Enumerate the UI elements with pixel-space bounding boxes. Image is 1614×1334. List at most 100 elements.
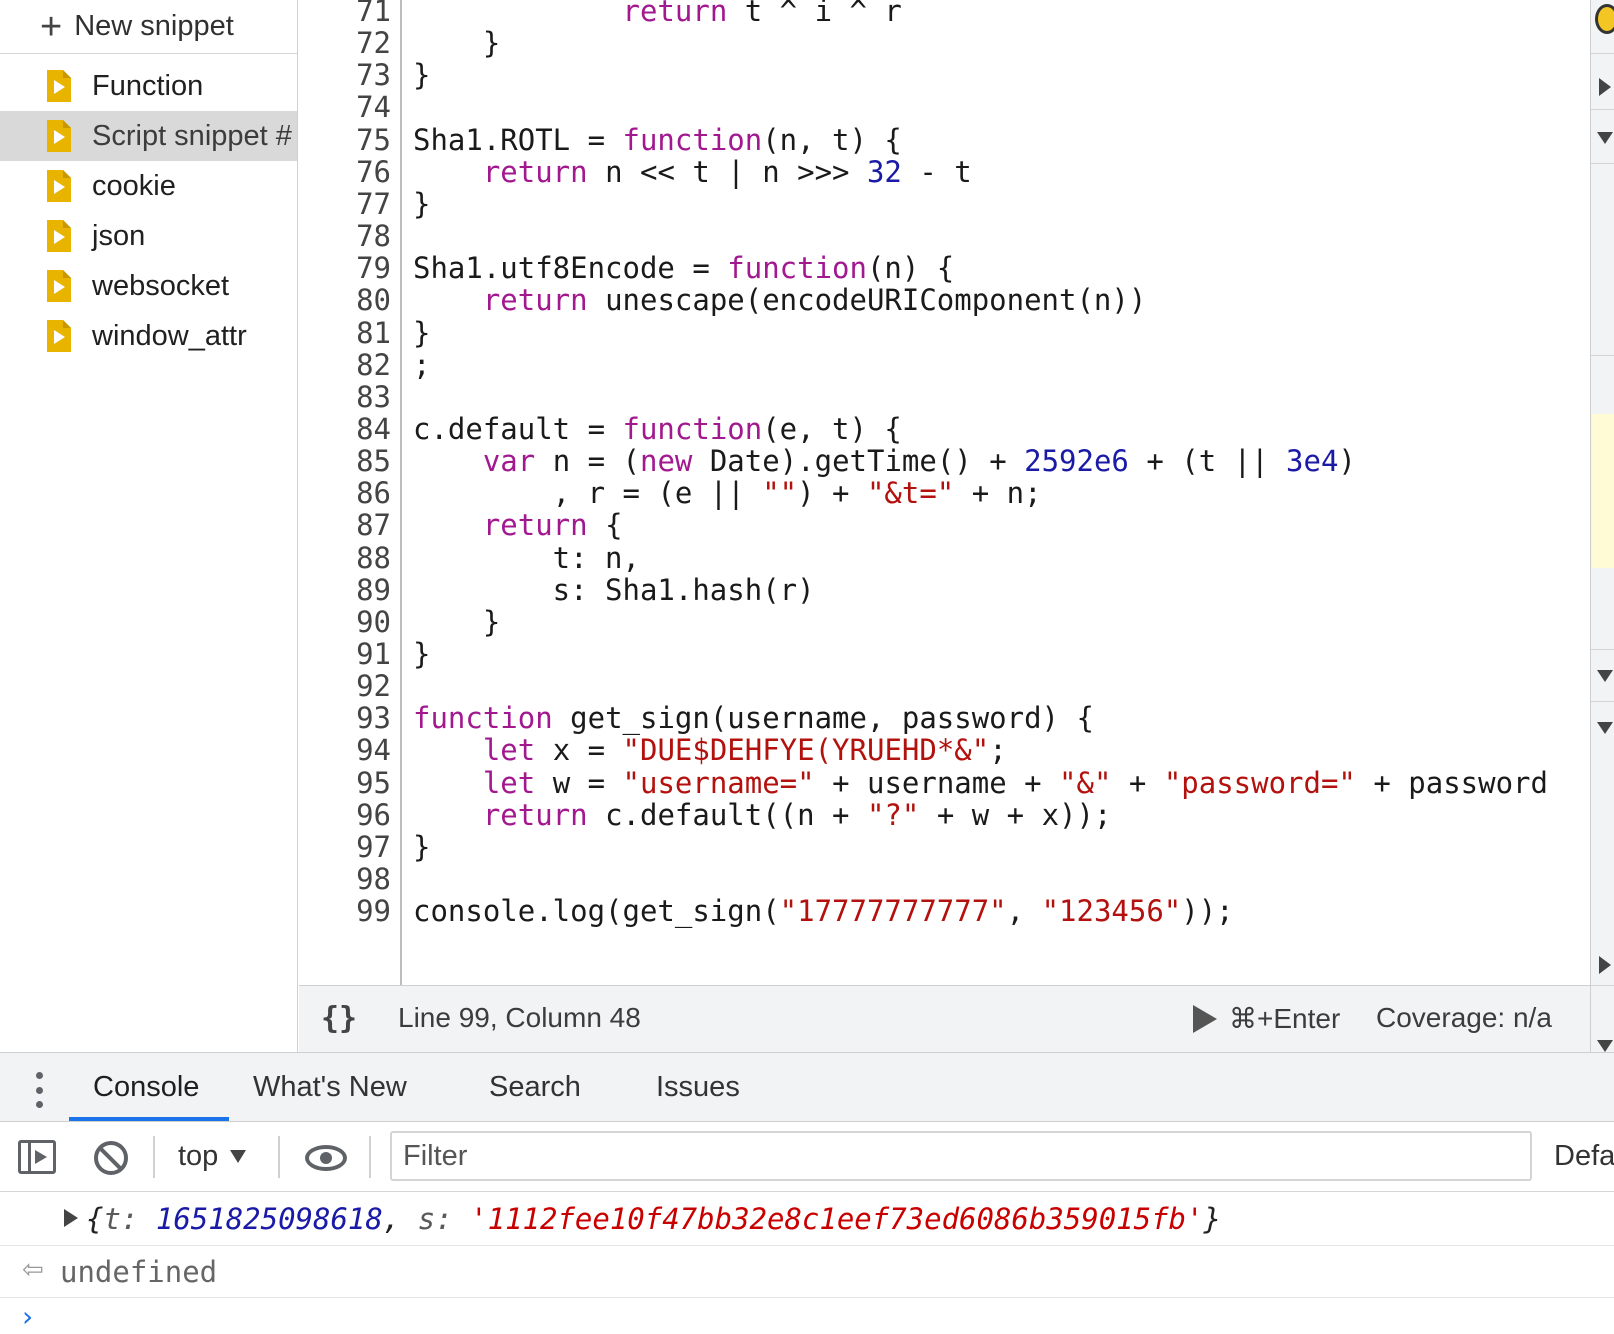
code-token: unescape(encodeURIComponent(n)): [587, 283, 1147, 318]
snippet-item-script-snippet[interactable]: Script snippet #: [0, 111, 297, 161]
code-line[interactable]: 98: [299, 863, 1590, 896]
code-line[interactable]: 83: [299, 380, 1590, 414]
snippet-item-function[interactable]: Function: [0, 61, 297, 111]
strip-section: [1591, 164, 1614, 356]
code-line[interactable]: 75 Sha1.ROTL = function(n, t) {: [299, 122, 1590, 157]
return-value: undefined: [60, 1255, 218, 1289]
code-line[interactable]: 80 return unescape(encodeURIComponent(n)…: [299, 284, 1590, 317]
line-number: 81: [356, 315, 391, 350]
code-token: "17777777777": [779, 894, 1007, 929]
code-text: ;: [413, 348, 430, 382]
toolbar-divider: [153, 1136, 155, 1178]
code-token: }: [413, 26, 501, 61]
tab-console[interactable]: Console: [93, 1071, 199, 1104]
brace-close: }: [1203, 1202, 1221, 1236]
debugger-sidebar-strip: [1590, 0, 1614, 1052]
code-line[interactable]: 73}: [299, 59, 1590, 92]
context-selector[interactable]: top: [178, 1140, 247, 1173]
code-line[interactable]: 77}: [299, 187, 1590, 221]
code-token: c.default =: [413, 411, 623, 446]
code-line[interactable]: 95 let w = "username=" + username + "&" …: [299, 765, 1590, 800]
collapse-arrow-icon[interactable]: [1597, 722, 1613, 734]
code-token: return: [622, 0, 728, 28]
code-text: }: [413, 605, 500, 639]
new-snippet-button[interactable]: + New snippet: [0, 0, 297, 54]
code-text: }: [413, 638, 430, 671]
console-prompt[interactable]: ›: [0, 1298, 1614, 1334]
code-text: }: [413, 187, 430, 221]
code-token: , r = (e ||: [413, 476, 763, 511]
object-preview[interactable]: {t: 1651825098618, s: '1112fee10f47bb32e…: [86, 1202, 1221, 1236]
filter-input[interactable]: [390, 1131, 1532, 1181]
snippet-item-websocket[interactable]: websocket: [0, 261, 297, 311]
snippet-item-window-attr[interactable]: window_attr: [0, 311, 297, 361]
code-token: {: [587, 508, 623, 543]
live-expression-eye-icon[interactable]: [305, 1145, 347, 1171]
code-line[interactable]: 90 }: [299, 605, 1590, 639]
code-token: var: [482, 444, 536, 479]
code-token: (e, t) {: [762, 411, 902, 446]
more-tools-icon[interactable]: [28, 1072, 50, 1108]
code-token: ,: [1006, 894, 1042, 929]
code-token: function: [413, 701, 553, 736]
code-line[interactable]: 81}: [299, 315, 1590, 350]
code-token: "DUE$DEHFYE(YRUEHD*&": [622, 733, 990, 768]
code-line[interactable]: 96 return c.default((n + "?" + w + x));: [299, 798, 1590, 832]
code-line[interactable]: 99 console.log(get_sign("17777777777", "1…: [299, 895, 1590, 928]
snippet-file-icon: [47, 270, 71, 302]
code-line[interactable]: 94 let x = "DUE$DEHFYE(YRUEHD*&";: [299, 734, 1590, 767]
code-token: + username +: [814, 765, 1060, 800]
code-line[interactable]: 92: [299, 670, 1590, 703]
editor-status-bar: {} Line 99, Column 48 ⌘+Enter Coverage: …: [299, 985, 1590, 1052]
snippet-item-cookie[interactable]: cookie: [0, 161, 297, 211]
code-line[interactable]: 93 function get_sign(username, password) …: [299, 702, 1590, 735]
object-value-s: '1112fee10f47bb32e8c1eef73ed6086b359015f…: [470, 1202, 1204, 1236]
expand-object-icon[interactable]: [64, 1209, 78, 1227]
clear-console-icon[interactable]: [94, 1141, 128, 1175]
code-token: x =: [535, 733, 623, 768]
line-number: 87: [356, 508, 391, 543]
code-editor[interactable]: 71 return t ^ i ^ r 72 } 73} 74 75 Sha1.ROTL …: [299, 0, 1590, 985]
code-token: 2592e6: [1024, 444, 1129, 479]
code-token: function: [622, 411, 763, 446]
run-shortcut-label: ⌘+Enter: [1229, 1003, 1341, 1034]
code-line[interactable]: 91}: [299, 638, 1590, 671]
code-line[interactable]: 82;: [299, 348, 1590, 382]
tab-search[interactable]: Search: [489, 1071, 581, 1104]
code-line[interactable]: 74: [299, 91, 1590, 124]
snippet-item-json[interactable]: json: [0, 211, 297, 261]
code-token: + password: [1355, 765, 1548, 800]
line-number: 97: [356, 829, 391, 864]
line-number: 94: [356, 733, 391, 768]
code-line[interactable]: 86 , r = (e || "") + "&t=" + n;: [299, 477, 1590, 510]
pretty-print-icon[interactable]: {}: [321, 1001, 357, 1036]
snippet-label: window_attr: [92, 319, 247, 352]
code-text: , r = (e || "") + "&t=" + n;: [413, 477, 1042, 510]
code-line[interactable]: 88 t: n,: [299, 541, 1590, 575]
code-text: return n << t | n >>> 32 - t: [413, 155, 972, 189]
show-console-sidebar-icon[interactable]: [18, 1140, 56, 1174]
code-line[interactable]: 72 }: [299, 27, 1590, 60]
tab-whats-new[interactable]: What's New: [253, 1071, 407, 1104]
snippet-list: Function Script snippet # cookie json we…: [0, 61, 297, 361]
code-line[interactable]: 87 return {: [299, 509, 1590, 542]
code-line[interactable]: 79 Sha1.utf8Encode = function(n) {: [299, 252, 1590, 285]
code-line[interactable]: 84 c.default = function(e, t) {: [299, 411, 1590, 446]
code-token: s: Sha1.hash(r): [413, 572, 815, 607]
tab-issues[interactable]: Issues: [656, 1071, 740, 1104]
line-number: 75: [356, 122, 391, 157]
log-levels-dropdown[interactable]: Defa: [1554, 1140, 1614, 1173]
code-line[interactable]: 97}: [299, 829, 1590, 864]
code-line[interactable]: 78: [299, 220, 1590, 253]
run-snippet-button[interactable]: ⌘+Enter: [1193, 1002, 1340, 1035]
code-line[interactable]: 71 return t ^ i ^ r: [299, 0, 1590, 28]
expand-arrow-icon[interactable]: [1599, 956, 1611, 974]
code-line[interactable]: 85 var n = (new Date).getTime() + 2592e6…: [299, 445, 1590, 478]
code-token: }: [413, 637, 431, 671]
code-line[interactable]: 76 return n << t | n >>> 32 - t: [299, 155, 1590, 189]
code-line[interactable]: 89 s: Sha1.hash(r): [299, 572, 1590, 607]
collapse-arrow-icon[interactable]: [1597, 1040, 1613, 1052]
code-token: 3e4: [1286, 444, 1339, 479]
